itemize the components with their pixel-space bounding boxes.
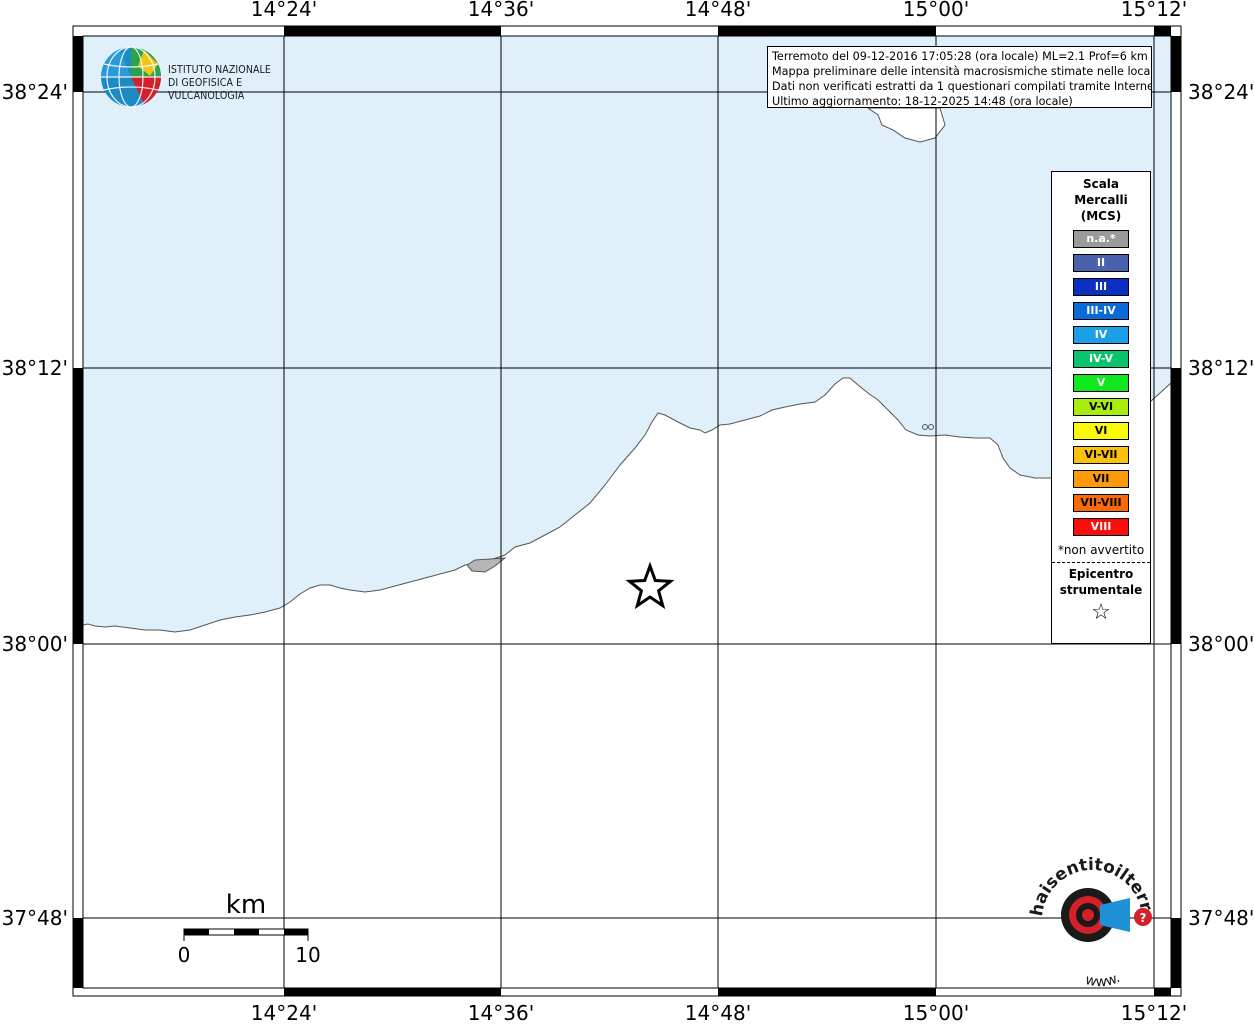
info-line-3: Dati non verificati estratti da 1 questi… (772, 80, 1152, 93)
legend-item-n-a-: n.a.* (1073, 230, 1129, 248)
legend-item-vi: VI (1073, 422, 1129, 440)
left-tick-label: 38°00' (2, 632, 68, 656)
legend-item-vi-vii: VI-VII (1073, 446, 1129, 464)
legend-item-vii-viii: VII-VIII (1073, 494, 1129, 512)
ingv-line1: ISTITUTO NAZIONALE (168, 64, 271, 76)
ingv-logo-text: ISTITUTO NAZIONALE DI GEOFISICA E VULCAN… (168, 64, 320, 103)
bottom-tick-label: 14°24' (251, 1001, 317, 1024)
left-tick-label: 38°24' (2, 80, 68, 104)
right-tick-label: 37°48' (1188, 906, 1254, 930)
bottom-tick-label: 15°00' (903, 1001, 969, 1024)
legend-item-iii: III (1073, 278, 1129, 296)
ingv-logo: ISTITUTO NAZIONALE DI GEOFISICA E VULCAN… (100, 46, 320, 110)
top-tick-label: 15°12' (1121, 0, 1187, 21)
legend-items: n.a.* II III III-IV IV IV-V V V-VI VI VI-VII VII VI… (1052, 230, 1150, 536)
event-info-box: Terremoto del 09-12-2016 17:05:28 (ora l… (767, 46, 1152, 108)
legend-epicenter-label: Epicentro strumentale (1052, 566, 1150, 598)
ingv-globe-icon (100, 46, 161, 108)
mcs-legend: Scala Mercalli (MCS) n.a.* II III III-IV IV I… (1051, 171, 1151, 644)
left-tick-labels: 38°24' 38°12' 38°00' 37°48' (2, 80, 68, 930)
legend-note: *non avvertito (1057, 543, 1145, 557)
right-tick-label: 38°12' (1188, 356, 1254, 380)
top-tick-label: 14°36' (468, 0, 534, 21)
legend-item-iii-iv: III-IV (1073, 302, 1129, 320)
top-tick-labels: 14°24' 14°36' 14°48' 15°00' 15°12' (251, 0, 1187, 21)
bottom-tick-label: 14°48' (685, 1001, 751, 1024)
left-tick-label: 37°48' (2, 906, 68, 930)
legend-epicenter-line2: strumentale (1059, 583, 1143, 597)
scale-start: 0 (178, 943, 191, 967)
legend-item-v: V (1073, 374, 1129, 392)
legend-item-ii: II (1073, 254, 1129, 272)
svg-text:?: ? (1140, 911, 1147, 925)
scale-end: 10 (295, 943, 320, 967)
legend-title-line3: (MCS) (1080, 209, 1122, 223)
top-tick-label: 14°24' (251, 0, 317, 21)
top-tick-label: 15°00' (903, 0, 969, 21)
legend-star-icon: ☆ (1091, 600, 1111, 625)
legend-item-iv-v: IV-V (1073, 350, 1129, 368)
legend-epicenter-line1: Epicentro (1068, 567, 1134, 581)
top-tick-label: 14°48' (685, 0, 751, 21)
legend-title-line2: Mercalli (1074, 193, 1128, 207)
legend-item-viii: VIII (1073, 518, 1129, 536)
ingv-line2: DI GEOFISICA E VULCANOLOGIA (168, 77, 245, 102)
legend-title-line1: Scala (1082, 177, 1120, 191)
scale-unit: km (226, 890, 266, 920)
legend-item-iv: IV (1073, 326, 1129, 344)
legend-title: Scala Mercalli (MCS) (1052, 176, 1150, 224)
bottom-tick-label: 14°36' (468, 1001, 534, 1024)
info-line-1: Terremoto del 09-12-2016 17:05:28 (ora l… (772, 50, 1148, 63)
info-line-4: Ultimo aggiornamento: 18-12-2025 14:48 (… (772, 95, 1073, 108)
right-tick-labels: 38°24' 38°12' 38°00' 37°48' (1188, 80, 1254, 930)
bottom-tick-labels: 14°24' 14°36' 14°48' 15°00' 15°12' (251, 1001, 1187, 1024)
bottom-tick-label: 15°12' (1121, 1001, 1187, 1024)
info-line-2: Mappa preliminare delle intensità macros… (772, 65, 1152, 78)
legend-separator (1052, 562, 1150, 563)
left-tick-label: 38°12' (2, 356, 68, 380)
right-tick-label: 38°00' (1188, 632, 1254, 656)
right-tick-label: 38°24' (1188, 80, 1254, 104)
legend-item-v-vi: V-VI (1073, 398, 1129, 416)
legend-item-vii: VII (1073, 470, 1129, 488)
